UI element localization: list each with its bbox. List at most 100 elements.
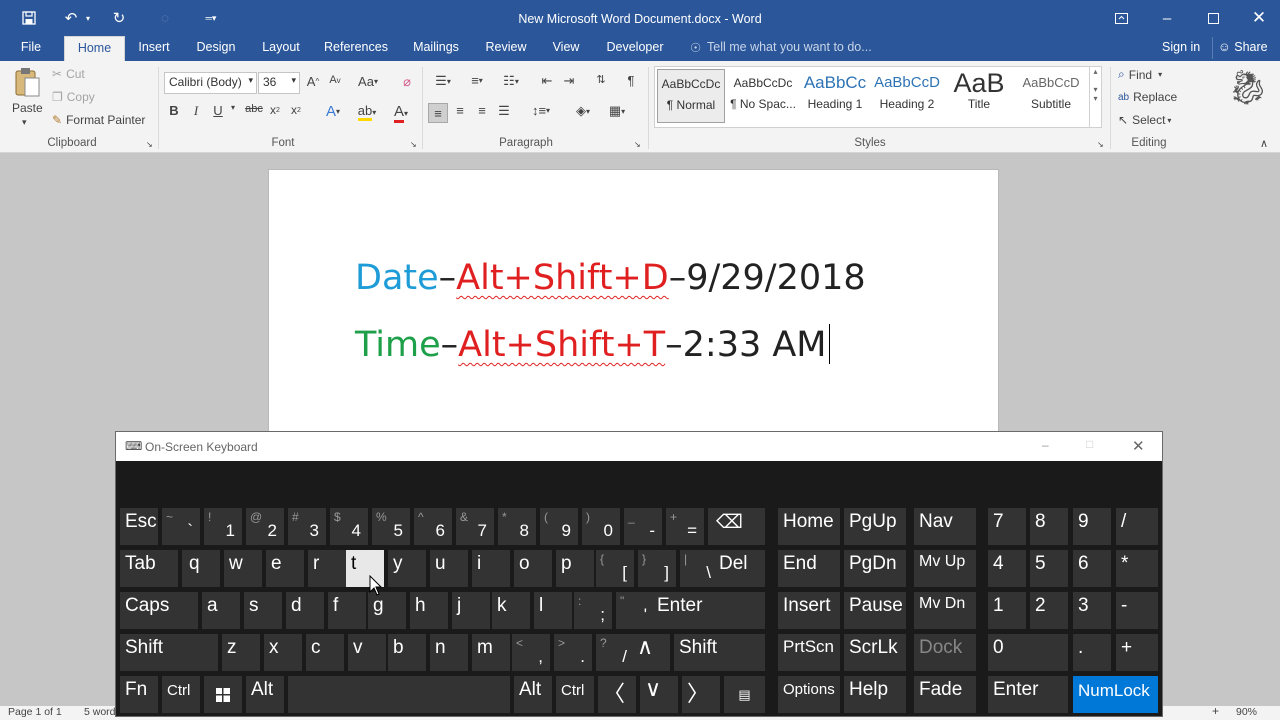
share-button[interactable]: ☺ Share bbox=[1212, 37, 1272, 59]
key-semicolon[interactable]: :; bbox=[574, 592, 612, 629]
zoom-level[interactable]: 90% bbox=[1236, 706, 1257, 718]
key-v[interactable]: v bbox=[348, 634, 386, 671]
key-home[interactable]: Home bbox=[778, 508, 840, 545]
key-alt-left[interactable]: Alt bbox=[246, 676, 284, 713]
key-alt-right[interactable]: Alt bbox=[514, 676, 552, 713]
style-subtitle[interactable]: AaBbCcD Subtitle bbox=[1017, 69, 1085, 123]
key-backtick[interactable]: ~ ` bbox=[162, 508, 200, 545]
key-i[interactable]: i bbox=[472, 550, 510, 587]
key-down-arrow[interactable]: ∨ bbox=[640, 676, 678, 713]
key-f[interactable]: f bbox=[328, 592, 366, 629]
key-esc[interactable]: Esc bbox=[120, 508, 158, 545]
styles-scroll[interactable]: ▴ ▾ ▾ bbox=[1089, 67, 1101, 127]
key-d[interactable]: d bbox=[286, 592, 324, 629]
key-num2[interactable]: 2 bbox=[1030, 592, 1068, 629]
key-m[interactable]: m bbox=[472, 634, 510, 671]
key-shift-left[interactable]: Shift bbox=[120, 634, 218, 671]
replace-button[interactable]: ab Replace bbox=[1118, 90, 1177, 104]
key-num1[interactable]: 1 bbox=[988, 592, 1026, 629]
key-mvup[interactable]: Mv Up bbox=[914, 550, 976, 587]
key-num-enter[interactable]: Enter bbox=[988, 676, 1068, 713]
find-button[interactable]: ⌕ Find ▾ bbox=[1118, 67, 1162, 82]
tab-layout[interactable]: Layout bbox=[255, 40, 307, 61]
key-ctrl-left[interactable]: Ctrl bbox=[162, 676, 200, 713]
key-backslash[interactable]: | \ bbox=[680, 550, 718, 587]
tab-mailings[interactable]: Mailings bbox=[404, 40, 468, 61]
key-backspace[interactable]: ⌫ bbox=[708, 508, 765, 545]
key-dock[interactable]: Dock bbox=[914, 634, 976, 671]
subscript-icon[interactable]: x2 bbox=[267, 103, 283, 117]
close-icon[interactable]: ✕ bbox=[1236, 0, 1280, 36]
key-c[interactable]: c bbox=[306, 634, 344, 671]
key-4[interactable]: $4 bbox=[330, 508, 368, 545]
maximize-icon[interactable]: □ bbox=[1086, 437, 1093, 451]
paste-icon[interactable] bbox=[12, 65, 42, 99]
key-num3[interactable]: 3 bbox=[1073, 592, 1111, 629]
tell-me-box[interactable]: Tell me what you want to do... bbox=[707, 40, 872, 54]
key-o[interactable]: o bbox=[514, 550, 552, 587]
key-num9[interactable]: 9 bbox=[1073, 508, 1111, 545]
key-num8[interactable]: 8 bbox=[1030, 508, 1068, 545]
key-pgdn[interactable]: PgDn bbox=[844, 550, 906, 587]
text-effects-icon[interactable]: A ▾ bbox=[320, 103, 346, 120]
key-right-bracket[interactable]: }] bbox=[638, 550, 676, 587]
key-equals[interactable]: + = bbox=[666, 508, 704, 545]
key-enter[interactable]: Enter bbox=[652, 592, 765, 629]
key-shift-right[interactable]: Shift bbox=[674, 634, 765, 671]
key-slash[interactable]: ? / bbox=[596, 634, 634, 671]
key-num7[interactable]: 7 bbox=[988, 508, 1026, 545]
tab-file[interactable]: File bbox=[12, 40, 50, 61]
key-num-plus[interactable]: + bbox=[1116, 634, 1158, 671]
key-minus[interactable]: _ - bbox=[624, 508, 662, 545]
key-up-arrow[interactable]: ∧ bbox=[632, 634, 670, 671]
key-mvdn[interactable]: Mv Dn bbox=[914, 592, 976, 629]
key-space[interactable] bbox=[288, 676, 510, 713]
bold-icon[interactable]: B bbox=[166, 103, 182, 118]
key-3[interactable]: #3 bbox=[288, 508, 326, 545]
ribbon-display-icon[interactable] bbox=[1098, 0, 1144, 36]
align-right-icon[interactable]: ≡ bbox=[473, 103, 491, 118]
clipboard-launcher-icon[interactable]: ↘ bbox=[146, 140, 153, 149]
font-launcher-icon[interactable]: ↘ bbox=[410, 140, 417, 149]
grow-font-icon[interactable]: A ^ bbox=[304, 74, 322, 89]
key-right-arrow[interactable]: 〉 bbox=[682, 676, 720, 713]
sign-in-link[interactable]: Sign in bbox=[1162, 40, 1200, 54]
key-num0[interactable]: 0 bbox=[988, 634, 1068, 671]
key-l[interactable]: l bbox=[534, 592, 572, 629]
tab-view[interactable]: View bbox=[544, 40, 588, 61]
key-q[interactable]: q bbox=[182, 550, 220, 587]
key-menu[interactable]: ▤ bbox=[724, 676, 765, 713]
key-quote[interactable]: " ' bbox=[616, 592, 654, 629]
key-r[interactable]: r bbox=[308, 550, 346, 587]
key-n[interactable]: n bbox=[430, 634, 468, 671]
font-name-dropdown[interactable]: Calibri (Body) ▾ bbox=[164, 72, 257, 94]
key-u[interactable]: u bbox=[430, 550, 468, 587]
close-icon[interactable]: ✕ bbox=[1132, 437, 1145, 455]
minimize-icon[interactable]: – bbox=[1144, 0, 1190, 36]
bullets-icon[interactable]: ☰ ▾ bbox=[428, 73, 458, 89]
key-6[interactable]: ^ 6 bbox=[414, 508, 452, 545]
key-left-bracket[interactable]: {[ bbox=[596, 550, 634, 587]
styles-launcher-icon[interactable]: ↘ bbox=[1097, 140, 1104, 149]
key-tab[interactable]: Tab bbox=[120, 550, 178, 587]
key-numlock[interactable]: NumLock bbox=[1073, 676, 1158, 713]
numbering-icon[interactable]: ≡ ▾ bbox=[462, 73, 492, 88]
style-heading-1[interactable]: AaBbCc Heading 1 bbox=[801, 69, 869, 123]
key-del[interactable]: Del bbox=[714, 550, 765, 587]
line-spacing-icon[interactable]: ↕≡ ▾ bbox=[526, 103, 556, 118]
key-7[interactable]: & 7 bbox=[456, 508, 494, 545]
superscript-icon[interactable]: x2 bbox=[288, 103, 304, 117]
key-8[interactable]: * 8 bbox=[498, 508, 536, 545]
key-x[interactable]: x bbox=[264, 634, 302, 671]
paste-dropdown-icon[interactable]: ▾ bbox=[22, 117, 27, 128]
key-prtscn[interactable]: PrtScn bbox=[778, 634, 840, 671]
key-help[interactable]: Help bbox=[844, 676, 906, 713]
align-center-icon[interactable]: ≡ bbox=[451, 103, 469, 118]
key-fade[interactable]: Fade bbox=[914, 676, 976, 713]
key-e[interactable]: e bbox=[266, 550, 304, 587]
tab-review[interactable]: Review bbox=[480, 40, 532, 61]
shading-icon[interactable]: ◈ ▾ bbox=[568, 103, 598, 119]
format-painter-button[interactable]: ✎ Format Painter bbox=[52, 113, 145, 127]
font-color-icon[interactable]: A ▾ bbox=[386, 103, 416, 123]
key-num-star[interactable]: * bbox=[1116, 550, 1158, 587]
